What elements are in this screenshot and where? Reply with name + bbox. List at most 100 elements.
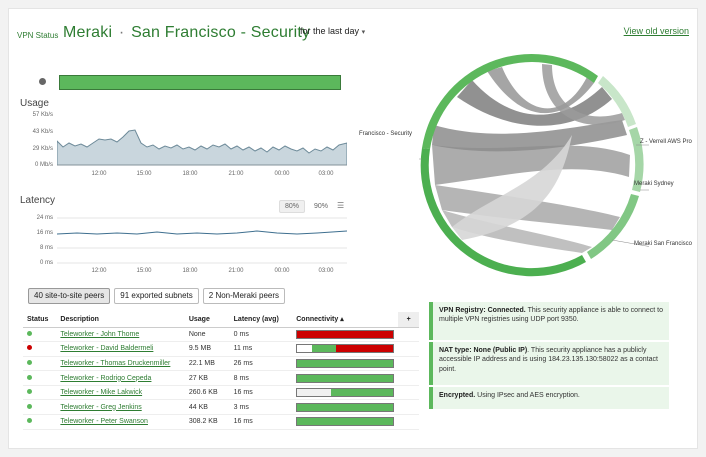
latency-cell: 16 ms [229, 385, 293, 401]
panel-text: Using IPsec and AES encryption. [475, 392, 580, 399]
description-cell: Teleworker - Peter Swanson [56, 414, 185, 430]
col-status[interactable]: Status [23, 312, 57, 328]
col-latency[interactable]: Latency (avg) [229, 312, 293, 328]
peer-link[interactable]: Teleworker - Thomas Druckenmiller [60, 360, 170, 367]
connectivity-segment [297, 330, 394, 338]
percentile-90-button[interactable]: 90% [308, 200, 335, 213]
usage-cell: 308.2 KB [184, 414, 230, 430]
chord-label: Z - Verrell AWS Pro [640, 139, 692, 145]
latency-xtick: 00:00 [274, 268, 290, 274]
table-row[interactable]: Teleworker - John Thome None 0 ms [23, 327, 419, 343]
latency-xtick: 15:00 [136, 268, 152, 274]
usage-xtick: 12:00 [91, 171, 107, 177]
vpn-chord-diagram[interactable] [419, 47, 649, 287]
table-row[interactable]: Teleworker - Greg Jenkins 44 KB 3 ms [23, 399, 419, 416]
status-dot-icon [27, 389, 32, 395]
peers-table: Status Description Usage Latency (avg) C… [23, 312, 419, 430]
connectivity-segment [330, 389, 394, 397]
hamburger-icon[interactable]: ☰ [337, 200, 344, 213]
chord-label: Francisco - Security [359, 131, 413, 137]
caret-down-icon: ▾ [361, 29, 366, 36]
latency-chart[interactable] [57, 215, 347, 267]
title-separator: · [118, 24, 125, 41]
table-row[interactable]: Teleworker - Thomas Druckenmiller 22.1 MB… [23, 356, 419, 372]
latency-xtick: 12:00 [91, 268, 107, 274]
connectivity-segment [297, 359, 394, 367]
usage-xtick: 03:00 [318, 171, 334, 177]
tab-non-meraki-peers[interactable]: 2 Non-Meraki peers [202, 288, 286, 304]
connectivity-bar[interactable] [296, 358, 395, 368]
usage-ytick: 43 Kb/s [32, 129, 53, 135]
usage-xtick: 00:00 [274, 171, 290, 177]
time-range-dropdown[interactable]: for the last day ▾ [300, 26, 365, 36]
usage-cell: 44 KB [184, 399, 230, 416]
empty-cell [398, 341, 419, 357]
description-cell: Teleworker - Greg Jenkins [56, 399, 185, 416]
status-cell [23, 414, 57, 430]
table-row[interactable]: Teleworker - Mike Lakwick 260.6 KB 16 ms [23, 385, 419, 401]
connectivity-segment [297, 374, 394, 382]
latency-xtick: 03:00 [318, 268, 334, 274]
vpn-registry-panel: VPN Registry: Connected. This security a… [429, 302, 669, 340]
description-cell: Teleworker - John Thome [56, 327, 185, 343]
status-cell [23, 385, 57, 401]
status-cell [23, 370, 57, 386]
empty-cell [398, 385, 419, 401]
peer-link[interactable]: Teleworker - John Thome [60, 331, 139, 338]
latency-xtick: 21:00 [228, 268, 244, 274]
connectivity-segment [311, 345, 336, 353]
peer-tabs: 40 site-to-site peers 91 exported subnet… [28, 288, 286, 304]
latency-line [57, 230, 347, 235]
percentile-80-button[interactable]: 80% [279, 200, 306, 213]
latency-cell: 8 ms [229, 370, 293, 386]
view-old-version-link[interactable]: View old version [624, 26, 689, 36]
connectivity-cell [292, 370, 399, 386]
status-cell [23, 356, 57, 372]
tab-site-to-site-peers[interactable]: 40 site-to-site peers [28, 288, 111, 304]
connectivity-bar[interactable] [296, 344, 395, 354]
title-org: Meraki [63, 24, 113, 41]
peer-link[interactable]: Teleworker - Mike Lakwick [60, 389, 142, 396]
connectivity-bar[interactable] [296, 388, 395, 398]
peer-link[interactable]: Teleworker - Peter Swanson [60, 418, 148, 425]
status-cell [23, 341, 57, 357]
connectivity-cell [292, 341, 399, 357]
status-dot-icon [27, 330, 32, 336]
table-row[interactable]: Teleworker - Rodrigo Cepeda 27 KB 8 ms [23, 370, 419, 386]
connectivity-cell [292, 399, 399, 416]
latency-label: Latency [20, 195, 56, 206]
usage-cell: 260.6 KB [184, 385, 230, 401]
col-connectivity[interactable]: Connectivity ▴ [292, 312, 399, 328]
panel-title: VPN Registry: Connected. [439, 307, 526, 314]
col-description[interactable]: Description [56, 312, 185, 328]
tab-exported-subnets[interactable]: 91 exported subnets [114, 288, 199, 304]
connectivity-segment [297, 389, 331, 397]
table-row[interactable]: Teleworker - Peter Swanson 308.2 KB 16 ms [23, 414, 419, 430]
col-usage[interactable]: Usage [184, 312, 230, 328]
peer-link[interactable]: Teleworker - Greg Jenkins [60, 404, 141, 411]
status-dot-icon [27, 345, 32, 351]
table-header-row: Status Description Usage Latency (avg) C… [23, 312, 419, 328]
connectivity-bar[interactable] [296, 373, 395, 383]
title-network: San Francisco [131, 24, 236, 41]
connectivity-bar[interactable] [296, 402, 395, 412]
usage-label: Usage [20, 98, 49, 109]
connectivity-segment [297, 418, 394, 426]
status-timeline-bar[interactable] [59, 75, 341, 90]
usage-chart[interactable] [57, 113, 347, 169]
description-cell: Teleworker - David Baldermeli [56, 341, 185, 357]
latency-ytick: 24 ms [36, 215, 53, 221]
status-dot-icon [27, 418, 32, 424]
peer-link[interactable]: Teleworker - David Baldermeli [60, 345, 153, 352]
connectivity-segment [297, 345, 312, 353]
connectivity-bar[interactable] [296, 417, 395, 427]
peer-link[interactable]: Teleworker - Rodrigo Cepeda [60, 375, 151, 382]
latency-ytick: 16 ms [36, 230, 53, 236]
nat-type-panel: NAT type: None (Public IP). This securit… [429, 342, 669, 385]
add-column-button[interactable]: + [398, 312, 419, 328]
usage-ytick: 0 Mb/s [34, 162, 53, 168]
connectivity-bar[interactable] [296, 329, 395, 339]
usage-cell: 22.1 MB [184, 356, 230, 372]
usage-xtick: 15:00 [136, 171, 152, 177]
table-row[interactable]: Teleworker - David Baldermeli 9.5 MB 11 ms [23, 341, 419, 357]
